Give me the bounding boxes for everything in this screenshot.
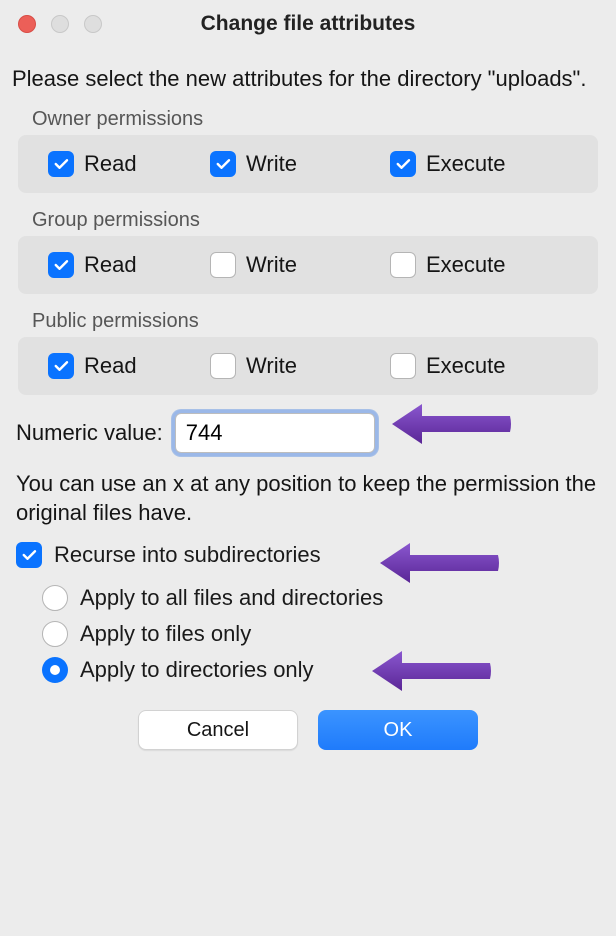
titlebar: Change file attributes: [0, 0, 616, 48]
recurse-checkbox-row[interactable]: Recurse into subdirectories: [12, 542, 604, 576]
public-permissions-box: Read Write Execute: [18, 337, 598, 395]
radio-unchecked-icon[interactable]: [42, 621, 68, 647]
checkbox-checked-icon[interactable]: [48, 252, 74, 278]
dialog-buttons: Cancel OK: [12, 688, 604, 750]
checkbox-unchecked-icon[interactable]: [210, 353, 236, 379]
radio-unchecked-icon[interactable]: [42, 585, 68, 611]
apply-dirs-label: Apply to directories only: [80, 657, 314, 683]
apply-radio-group: Apply to all files and directories Apply…: [12, 576, 604, 688]
apply-dirs-radio[interactable]: Apply to directories only: [42, 652, 604, 688]
public-execute[interactable]: Execute: [390, 353, 506, 379]
owner-execute[interactable]: Execute: [390, 151, 506, 177]
apply-files-label: Apply to files only: [80, 621, 251, 647]
group-permissions-label: Group permissions: [12, 203, 604, 236]
owner-execute-label: Execute: [426, 151, 506, 177]
intro-text: Please select the new attributes for the…: [12, 64, 604, 94]
numeric-value-input[interactable]: [175, 413, 375, 453]
window-controls: [18, 15, 102, 33]
checkbox-unchecked-icon[interactable]: [390, 353, 416, 379]
numeric-value-row: Numeric value:: [12, 405, 604, 459]
group-execute-label: Execute: [426, 252, 506, 278]
owner-write-label: Write: [246, 151, 297, 177]
group-execute[interactable]: Execute: [390, 252, 506, 278]
apply-all-label: Apply to all files and directories: [80, 585, 383, 611]
owner-read-label: Read: [84, 151, 137, 177]
public-write[interactable]: Write: [210, 353, 390, 379]
owner-write[interactable]: Write: [210, 151, 390, 177]
public-read[interactable]: Read: [30, 353, 210, 379]
group-read-label: Read: [84, 252, 137, 278]
checkbox-checked-icon[interactable]: [16, 542, 42, 568]
numeric-value-label: Numeric value:: [16, 420, 163, 446]
annotation-arrow-icon: [392, 399, 512, 449]
checkbox-unchecked-icon[interactable]: [210, 252, 236, 278]
window-title: Change file attributes: [14, 12, 602, 36]
apply-files-radio[interactable]: Apply to files only: [42, 616, 604, 652]
radio-selected-icon[interactable]: [42, 657, 68, 683]
owner-permissions-box: Read Write Execute: [18, 135, 598, 193]
help-text: You can use an x at any position to keep…: [12, 459, 604, 542]
checkbox-unchecked-icon[interactable]: [390, 252, 416, 278]
cancel-button[interactable]: Cancel: [138, 710, 298, 750]
group-permissions-box: Read Write Execute: [18, 236, 598, 294]
owner-permissions-label: Owner permissions: [12, 102, 604, 135]
minimize-icon: [51, 15, 69, 33]
ok-button[interactable]: OK: [318, 710, 478, 750]
checkbox-checked-icon[interactable]: [48, 151, 74, 177]
group-read[interactable]: Read: [30, 252, 210, 278]
public-read-label: Read: [84, 353, 137, 379]
apply-all-radio[interactable]: Apply to all files and directories: [42, 580, 604, 616]
close-icon[interactable]: [18, 15, 36, 33]
checkbox-checked-icon[interactable]: [390, 151, 416, 177]
zoom-icon: [84, 15, 102, 33]
checkbox-checked-icon[interactable]: [210, 151, 236, 177]
checkbox-checked-icon[interactable]: [48, 353, 74, 379]
public-execute-label: Execute: [426, 353, 506, 379]
group-write-label: Write: [246, 252, 297, 278]
group-write[interactable]: Write: [210, 252, 390, 278]
public-permissions-label: Public permissions: [12, 304, 604, 337]
owner-read[interactable]: Read: [30, 151, 210, 177]
public-write-label: Write: [246, 353, 297, 379]
recurse-label: Recurse into subdirectories: [54, 542, 321, 568]
